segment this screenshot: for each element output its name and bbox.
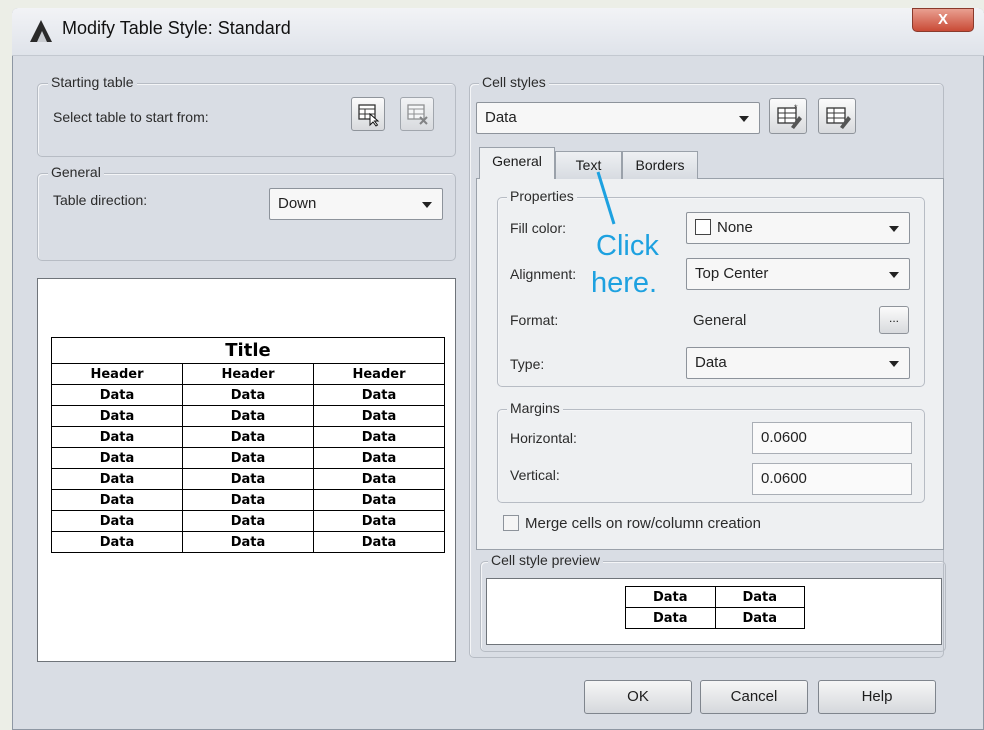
select-table-button[interactable] xyxy=(351,97,385,131)
preview-data-cell: Data xyxy=(51,405,183,427)
preview-data-cell: Data xyxy=(182,405,314,427)
preview-table: Title Header Header Header Data Data Data Dat… xyxy=(51,337,445,553)
manage-cell-styles-button[interactable] xyxy=(818,98,856,134)
tab-general[interactable]: General xyxy=(479,147,555,179)
annotation-callout-line2: here. xyxy=(591,267,658,299)
preview-data-cell: Data xyxy=(313,489,445,511)
select-table-label: Select table to start from: xyxy=(53,109,209,125)
cell-style-preview-box: Data Data Data Data xyxy=(486,578,942,645)
preview-data-row: Data Data Data xyxy=(51,426,445,448)
table-delete-icon xyxy=(407,104,428,125)
preview-cell: Data xyxy=(714,586,805,608)
preview-data-cell: Data xyxy=(313,405,445,427)
preview-data-row: Data Data Data xyxy=(51,384,445,406)
color-swatch-icon xyxy=(695,219,711,235)
preview-data-cell: Data xyxy=(182,447,314,469)
table-select-icon xyxy=(358,104,380,127)
format-browse-button[interactable]: ... xyxy=(879,306,909,334)
preview-data-row: Data Data Data xyxy=(51,531,445,553)
preview-data-cell: Data xyxy=(313,384,445,406)
preview-title-cell: Title xyxy=(51,337,445,364)
merge-cells-label: Merge cells on row/column creation xyxy=(525,515,761,532)
preview-data-cell: Data xyxy=(51,510,183,532)
fill-color-select[interactable]: None xyxy=(686,212,910,244)
help-button[interactable]: Help xyxy=(818,680,936,714)
chevron-down-icon xyxy=(889,226,899,232)
properties-legend: Properties xyxy=(507,188,577,204)
chevron-down-icon xyxy=(889,272,899,278)
preview-data-cell: Data xyxy=(182,489,314,511)
table-direction-value: Down xyxy=(278,195,317,212)
preview-data-cell: Data xyxy=(313,468,445,490)
window-title: Modify Table Style: Standard xyxy=(62,18,291,38)
format-value: General xyxy=(693,312,747,329)
format-label: Format: xyxy=(510,312,559,328)
preview-data-row: Data Data Data xyxy=(51,468,445,490)
preview-header-cell: Header xyxy=(51,363,183,385)
preview-data-cell: Data xyxy=(182,531,314,553)
preview-cell: Data xyxy=(625,607,716,629)
preview-data-cell: Data xyxy=(313,426,445,448)
preview-data-cell: Data xyxy=(51,531,183,553)
preview-data-cell: Data xyxy=(313,510,445,532)
preview-data-row: Data Data Data xyxy=(51,510,445,532)
horizontal-margin-label: Horizontal: xyxy=(510,430,577,446)
fill-color-value: None xyxy=(717,219,753,236)
chevron-down-icon xyxy=(889,361,899,367)
preview-data-cell: Data xyxy=(313,531,445,553)
annotation-callout-line1: Click xyxy=(596,230,659,262)
table-direction-select[interactable]: Down xyxy=(269,188,443,220)
merge-cells-checkbox[interactable] xyxy=(503,515,519,531)
fill-color-label: Fill color: xyxy=(510,220,567,236)
margins-legend: Margins xyxy=(507,400,563,416)
general-legend: General xyxy=(48,164,104,180)
preview-data-cell: Data xyxy=(313,447,445,469)
svg-text:*: * xyxy=(794,103,798,113)
preview-data-row: Data Data Data xyxy=(51,447,445,469)
horizontal-margin-input[interactable]: 0.0600 xyxy=(752,422,912,454)
preview-cell: Data xyxy=(714,607,805,629)
cell-style-preview-table: Data Data Data Data xyxy=(625,586,805,629)
ok-button[interactable]: OK xyxy=(584,680,692,714)
remove-table-button[interactable] xyxy=(400,97,434,131)
tab-borders[interactable]: Borders xyxy=(622,151,698,179)
create-cell-style-button[interactable]: * xyxy=(769,98,807,134)
type-label: Type: xyxy=(510,356,545,372)
cancel-button[interactable]: Cancel xyxy=(700,680,808,714)
cell-style-select[interactable]: Data xyxy=(476,102,760,134)
preview-data-row: Data Data Data xyxy=(51,489,445,511)
cell-style-preview-legend: Cell style preview xyxy=(488,552,603,568)
preview-data-cell: Data xyxy=(182,468,314,490)
vertical-margin-label: Vertical: xyxy=(510,467,560,483)
cell-styles-legend: Cell styles xyxy=(479,74,549,90)
cell-style-value: Data xyxy=(485,109,517,126)
new-cell-style-icon: * xyxy=(777,103,802,129)
starting-table-legend: Starting table xyxy=(48,74,137,90)
preview-header-cell: Header xyxy=(313,363,445,385)
table-preview: Title Header Header Header Data Data Data Dat… xyxy=(37,278,456,662)
preview-data-cell: Data xyxy=(51,426,183,448)
close-button[interactable]: X xyxy=(912,8,974,32)
chevron-down-icon xyxy=(739,116,749,122)
alignment-label: Alignment: xyxy=(510,266,577,282)
alignment-select[interactable]: Top Center xyxy=(686,258,910,290)
preview-data-row: Data Data Data xyxy=(51,405,445,427)
preview-data-cell: Data xyxy=(182,426,314,448)
manage-cell-styles-icon xyxy=(826,107,851,129)
preview-cell: Data xyxy=(625,586,716,608)
table-direction-label: Table direction: xyxy=(53,192,148,208)
type-select[interactable]: Data xyxy=(686,347,910,379)
chevron-down-icon xyxy=(422,202,432,208)
alignment-value: Top Center xyxy=(695,265,769,282)
vertical-margin-input[interactable]: 0.0600 xyxy=(752,463,912,495)
preview-data-cell: Data xyxy=(51,384,183,406)
preview-header-cell: Header xyxy=(182,363,314,385)
preview-data-cell: Data xyxy=(51,489,183,511)
preview-data-cell: Data xyxy=(51,468,183,490)
preview-data-cell: Data xyxy=(51,447,183,469)
preview-data-cell: Data xyxy=(182,384,314,406)
autocad-logo-icon xyxy=(28,18,54,44)
type-value: Data xyxy=(695,354,727,371)
preview-data-cell: Data xyxy=(182,510,314,532)
